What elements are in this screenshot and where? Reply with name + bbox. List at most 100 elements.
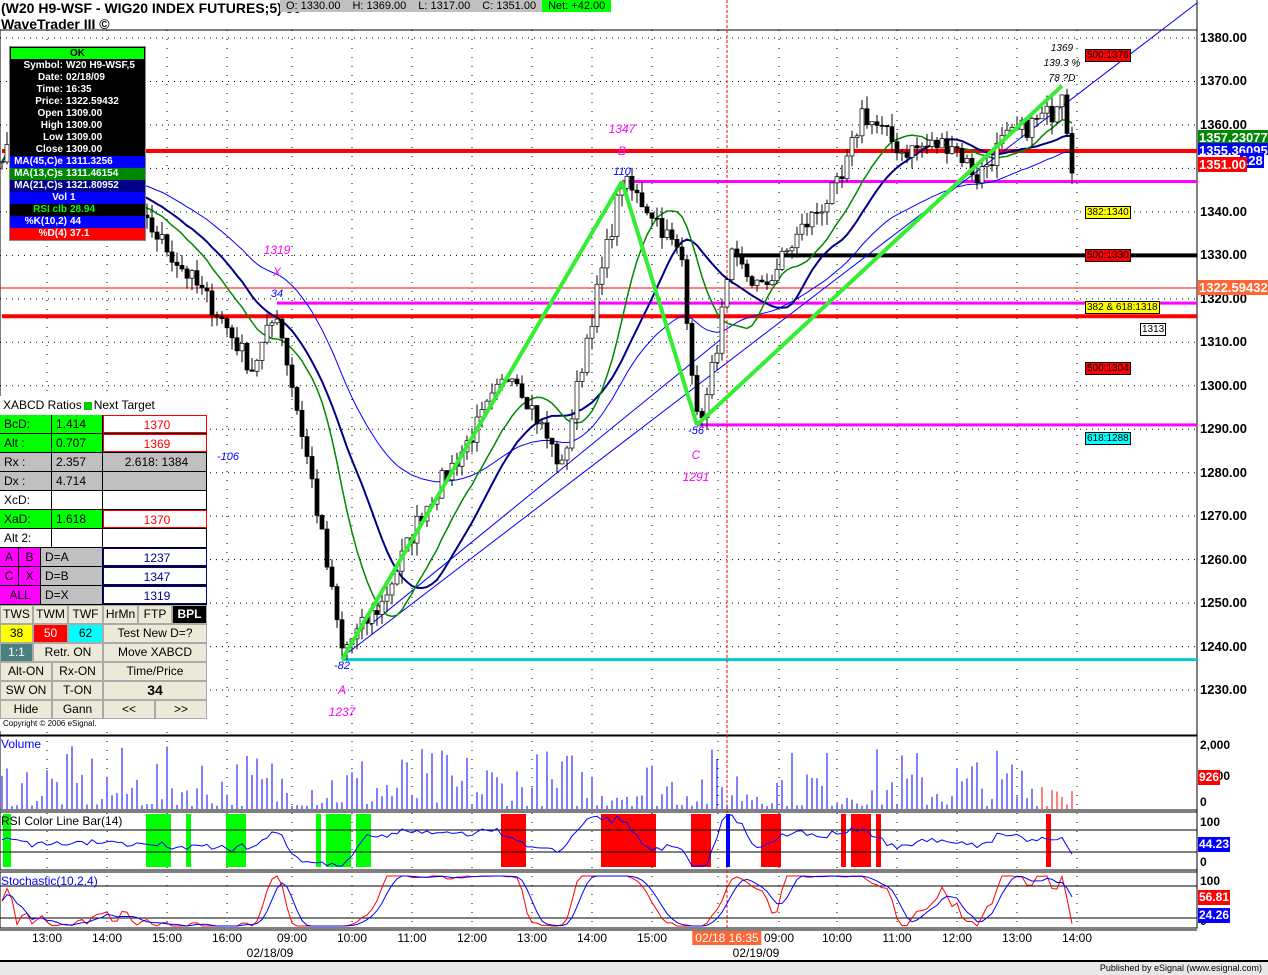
retr-on-button[interactable]: Retr. ON xyxy=(33,643,103,662)
candle-body xyxy=(534,405,540,425)
fib-62-button[interactable]: 62 xyxy=(68,624,103,643)
projection-label: D=A xyxy=(41,548,103,566)
target-box-1340: 382:1340 xyxy=(1085,206,1131,219)
candle-body xyxy=(544,422,550,439)
b-point-label: B xyxy=(617,144,627,158)
point-a-button[interactable]: A xyxy=(0,548,19,566)
candle-body xyxy=(154,231,160,240)
candle-body xyxy=(224,318,230,329)
hide-button[interactable]: Hide xyxy=(0,700,52,719)
t-on-button[interactable]: T-ON xyxy=(52,681,103,700)
rsi-axis-min: 0 xyxy=(1200,855,1207,869)
prev-button[interactable]: << xyxy=(103,700,155,719)
fib-38-button[interactable]: 38 xyxy=(0,624,33,643)
next-button[interactable]: >> xyxy=(155,700,207,719)
candle-body xyxy=(604,238,610,269)
rsi-color-bar xyxy=(761,814,781,867)
hrmn-button[interactable]: HrMn xyxy=(103,605,138,624)
bpl-button[interactable]: BPL xyxy=(172,605,207,624)
candle-body xyxy=(284,337,290,366)
target-value: 2.618: 1384 xyxy=(103,453,207,471)
info-row: MA(21,C)s 1321.80952 xyxy=(10,180,145,192)
candle-body xyxy=(934,139,940,149)
candle-body xyxy=(329,566,335,587)
price-axis-label: 1280.00 xyxy=(1200,464,1247,480)
candle-body xyxy=(169,251,175,263)
info-row: Date: 02/18/09 xyxy=(10,72,145,84)
candle-body xyxy=(299,410,305,437)
rx-on-button[interactable]: Rx-ON xyxy=(52,662,103,681)
point-x-button[interactable]: X xyxy=(19,567,41,585)
rsi-color-bar xyxy=(841,814,846,867)
candle-body xyxy=(739,254,745,265)
info-value: 1309.00 xyxy=(66,108,103,119)
rsi-color-bar xyxy=(146,814,171,867)
candle-body xyxy=(584,337,590,373)
candle-body xyxy=(919,145,925,149)
ratio-1-1-button[interactable]: 1:1 xyxy=(0,643,33,662)
candle-body xyxy=(324,528,330,568)
info-key: Date: xyxy=(37,72,63,83)
candle-body xyxy=(289,364,295,388)
candle-body xyxy=(334,586,340,621)
candle-body xyxy=(1049,105,1055,123)
twm-button[interactable]: TWM xyxy=(33,605,68,624)
ratio-value: 1.618 xyxy=(52,510,103,528)
candle-body xyxy=(1064,94,1070,134)
candle-body xyxy=(764,281,770,286)
rsi-color-bar xyxy=(691,814,711,867)
candle-body xyxy=(264,324,270,343)
stoch-d-tag: 24.26 xyxy=(1198,908,1231,923)
info-row: Open 1309.00 xyxy=(10,108,145,120)
candle-body xyxy=(249,369,255,372)
info-key: RSI clb xyxy=(33,204,67,215)
info-value: 02/18/09 xyxy=(66,72,105,83)
test-new-d-button[interactable]: Test New D=? xyxy=(103,624,207,643)
info-key: MA(21,C)s xyxy=(14,180,63,191)
info-row: Vol 1 xyxy=(10,192,145,204)
twf-button[interactable]: TWF xyxy=(68,605,103,624)
point-c-button[interactable]: C xyxy=(0,567,19,585)
target-value xyxy=(103,472,207,490)
time-price-button[interactable]: Time/Price xyxy=(103,662,207,681)
stoch-k-tag: 56.81 xyxy=(1198,890,1231,905)
candle-body xyxy=(234,337,240,352)
bars-count-field[interactable]: 34 xyxy=(103,681,207,700)
info-value: W20 H9-WSF,5 xyxy=(66,60,135,71)
tws-button[interactable]: TWS xyxy=(0,605,33,624)
price-axis-label: 1340.00 xyxy=(1200,203,1247,219)
candle-body xyxy=(519,383,525,398)
candle-body xyxy=(874,121,880,126)
info-key: High xyxy=(40,120,63,131)
fib-50-button[interactable]: 50 xyxy=(33,624,68,643)
ftp-button[interactable]: FTP xyxy=(138,605,172,624)
toggle-icon[interactable] xyxy=(83,402,92,410)
target-box-1304: 500:1304 xyxy=(1085,362,1131,375)
d-point-label: 78 ?D xyxy=(1048,73,1076,84)
time-axis-label: 11:00 xyxy=(882,931,912,945)
gann-button[interactable]: Gann xyxy=(52,700,103,719)
candle-body xyxy=(379,600,385,615)
candle-body xyxy=(164,234,170,253)
candle-body xyxy=(884,125,890,128)
move-xabcd-button[interactable]: Move XABCD xyxy=(103,643,207,662)
cursor-price-tag: 1322.59432 xyxy=(1198,280,1268,295)
candle-body xyxy=(894,141,900,154)
all-button[interactable]: ALL xyxy=(0,586,41,604)
alt-on-button[interactable]: Alt-ON xyxy=(0,662,52,681)
ok-button[interactable]: OK xyxy=(11,48,144,59)
candle-body xyxy=(879,124,885,127)
projection-row: C X D=B 1347 xyxy=(0,567,207,586)
d-price-label: 1369 xyxy=(1050,43,1074,54)
price-axis-label: 1240.00 xyxy=(1200,638,1247,654)
ratio-label: Alt : xyxy=(0,434,52,452)
candle-body xyxy=(784,250,790,253)
sw-on-button[interactable]: SW ON xyxy=(0,681,52,700)
candle-body xyxy=(844,155,850,179)
b-price-label: 1347 xyxy=(608,122,636,136)
rsi-color-bar xyxy=(186,814,191,867)
point-b-button[interactable]: B xyxy=(19,548,41,566)
candle-body xyxy=(309,456,315,480)
target-box-1330: 500:1330 xyxy=(1085,249,1131,262)
candle-body xyxy=(194,270,200,286)
